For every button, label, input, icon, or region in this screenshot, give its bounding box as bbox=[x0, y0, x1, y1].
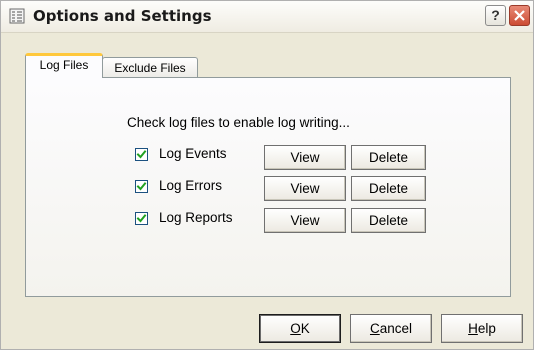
view-log-reports-button[interactable]: View bbox=[264, 208, 346, 233]
tab-log-files[interactable]: Log Files bbox=[25, 53, 103, 78]
log-events-label: Log Events bbox=[159, 146, 227, 161]
options-dialog: Options and Settings ? Log Files Exclude… bbox=[0, 0, 534, 350]
delete-log-events-button[interactable]: Delete bbox=[351, 145, 426, 170]
close-icon bbox=[514, 10, 525, 21]
window-title: Options and Settings bbox=[33, 7, 212, 25]
help-mnemonic: H bbox=[468, 321, 478, 336]
log-errors-checkbox[interactable] bbox=[135, 180, 148, 193]
help-button[interactable]: Help bbox=[441, 314, 523, 343]
title-bar[interactable]: Options and Settings ? bbox=[1, 1, 533, 33]
help-label-rest: elp bbox=[477, 321, 496, 336]
view-log-errors-button[interactable]: View bbox=[264, 176, 346, 201]
checkmark-icon bbox=[136, 150, 147, 159]
close-button[interactable] bbox=[509, 5, 530, 26]
cancel-label-rest: ancel bbox=[379, 321, 413, 336]
ok-label-rest: K bbox=[300, 321, 310, 336]
ok-mnemonic: O bbox=[290, 321, 301, 336]
log-errors-label: Log Errors bbox=[159, 178, 223, 193]
tab-exclude-files[interactable]: Exclude Files bbox=[102, 57, 198, 78]
settings-window-icon bbox=[9, 8, 25, 24]
cancel-button[interactable]: Cancel bbox=[350, 314, 432, 343]
log-reports-label: Log Reports bbox=[159, 210, 233, 225]
log-events-checkbox[interactable] bbox=[135, 148, 148, 161]
checkmark-icon bbox=[136, 182, 147, 191]
cancel-mnemonic: C bbox=[369, 321, 380, 336]
instruction-text: Check log files to enable log writing... bbox=[127, 115, 350, 130]
checkmark-icon bbox=[136, 214, 147, 223]
delete-log-reports-button[interactable]: Delete bbox=[351, 208, 426, 233]
help-question-icon: ? bbox=[491, 7, 500, 23]
help-caption-button[interactable]: ? bbox=[485, 5, 506, 26]
view-log-events-button[interactable]: View bbox=[264, 145, 346, 170]
delete-log-errors-button[interactable]: Delete bbox=[351, 176, 426, 201]
ok-button[interactable]: OK bbox=[259, 314, 341, 343]
log-reports-checkbox[interactable] bbox=[135, 212, 148, 225]
